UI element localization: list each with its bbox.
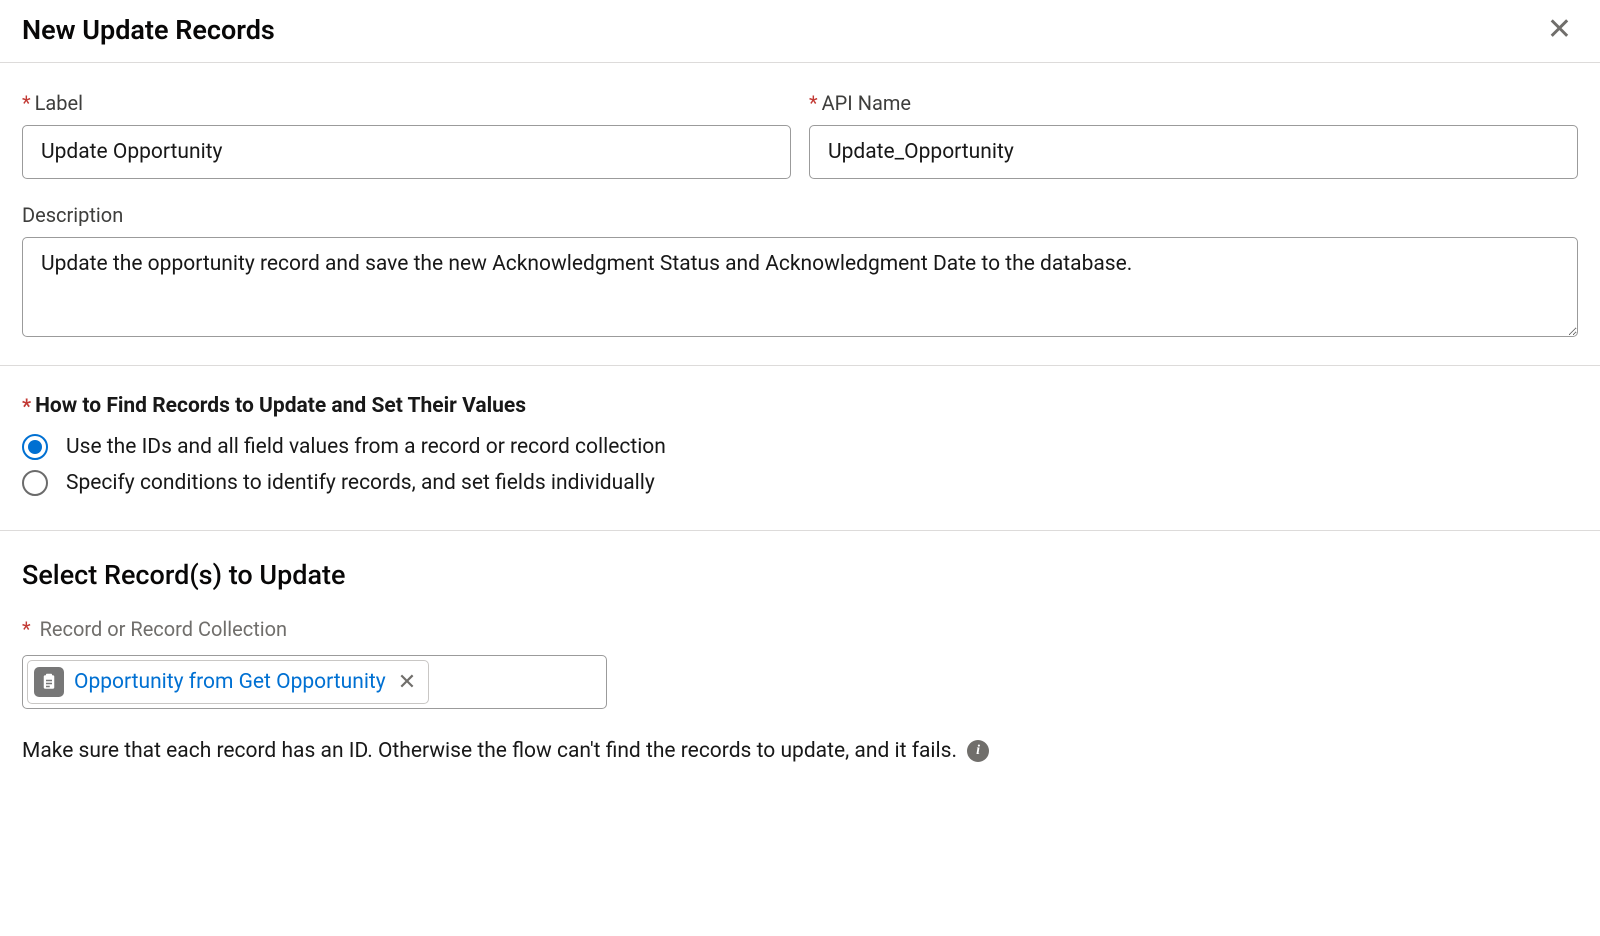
close-icon: ✕ <box>398 669 416 694</box>
find-records-question-text: How to Find Records to Update and Set Th… <box>35 394 526 418</box>
record-icon <box>34 667 64 697</box>
close-button[interactable]: ✕ <box>1541 15 1578 45</box>
apiname-label: API Name <box>822 91 911 115</box>
required-indicator: * <box>22 394 31 418</box>
required-indicator: * <box>809 91 818 115</box>
field-apiname-container: *API Name <box>809 91 1578 179</box>
required-indicator: * <box>22 91 31 115</box>
required-indicator: * <box>22 617 31 641</box>
radio-icon-selected <box>22 434 48 460</box>
radio-dot <box>28 440 42 454</box>
record-pill: Opportunity from Get Opportunity ✕ <box>27 660 429 704</box>
field-label-container: *Label <box>22 91 791 179</box>
section-basic-info: *Label *API Name Description Update the … <box>0 63 1600 366</box>
apiname-input[interactable] <box>809 125 1578 179</box>
modal-title: New Update Records <box>22 14 275 46</box>
description-input[interactable]: Update the opportunity record and save t… <box>22 237 1578 337</box>
description-label: Description <box>22 203 1578 227</box>
modal-new-update-records: New Update Records ✕ *Label *API Name De… <box>0 0 1600 787</box>
row-label-apiname: *Label *API Name <box>22 91 1578 179</box>
info-icon[interactable]: i <box>967 740 989 762</box>
clipboard-icon <box>40 673 58 691</box>
help-text-row: Make sure that each record has an ID. Ot… <box>22 739 1578 763</box>
field-description-container: Description Update the opportunity recor… <box>22 203 1578 341</box>
radio-icon-unselected <box>22 470 48 496</box>
help-text: Make sure that each record has an ID. Ot… <box>22 739 957 763</box>
radio-option-use-ids[interactable]: Use the IDs and all field values from a … <box>22 434 1578 460</box>
radio-option-specify-conditions[interactable]: Specify conditions to identify records, … <box>22 470 1578 496</box>
radio-label-option2: Specify conditions to identify records, … <box>66 471 655 495</box>
record-collection-label: * Record or Record Collection <box>22 617 1578 641</box>
remove-pill-button[interactable]: ✕ <box>396 671 418 693</box>
label-label: Label <box>35 91 83 115</box>
modal-header: New Update Records ✕ <box>0 0 1600 63</box>
apiname-label-text: *API Name <box>809 91 1578 115</box>
close-icon: ✕ <box>1547 13 1572 46</box>
section-find-records: *How to Find Records to Update and Set T… <box>0 366 1600 531</box>
record-pill-text: Opportunity from Get Opportunity <box>74 670 386 694</box>
find-records-question: *How to Find Records to Update and Set T… <box>22 394 1578 418</box>
record-collection-label-text: Record or Record Collection <box>40 617 288 641</box>
section-select-records: Select Record(s) to Update * Record or R… <box>0 531 1600 787</box>
select-records-heading: Select Record(s) to Update <box>22 559 1578 591</box>
radio-label-option1: Use the IDs and all field values from a … <box>66 435 666 459</box>
label-label-text: *Label <box>22 91 791 115</box>
label-input[interactable] <box>22 125 791 179</box>
record-collection-input[interactable]: Opportunity from Get Opportunity ✕ <box>22 655 607 709</box>
